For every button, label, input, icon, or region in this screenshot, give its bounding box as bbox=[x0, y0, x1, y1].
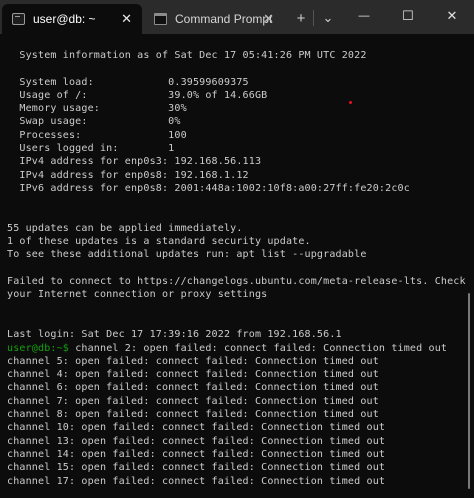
terminal-line-text: Usage of /: 39.0% of 14.66GB bbox=[7, 89, 268, 101]
tab-user-db[interactable]: user@db: ~ ✕ bbox=[2, 4, 142, 34]
terminal-line: 1 of these updates is a standard securit… bbox=[7, 235, 462, 248]
tab-close-icon[interactable]: ✕ bbox=[121, 11, 132, 27]
cursor-marker bbox=[349, 101, 352, 104]
terminal-line: Usage of /: 39.0% of 14.66GB bbox=[7, 89, 462, 102]
terminal-line-text: IPv6 address for enp0s8: 2001:448a:1002:… bbox=[7, 182, 410, 194]
terminal-line: channel 17: open failed: connect failed:… bbox=[7, 475, 462, 488]
terminal-line-text: channel 14: open failed: connect failed:… bbox=[7, 448, 386, 460]
terminal-line: Failed to connect to https://changelogs.… bbox=[7, 275, 466, 288]
terminal-line-text: System information as of Sat Dec 17 05:4… bbox=[7, 50, 367, 61]
scrollbar[interactable] bbox=[468, 293, 470, 489]
terminal-line: Swap usage: 0% bbox=[7, 115, 462, 128]
terminal-line-text: channel 4: open failed: connect failed: … bbox=[7, 369, 379, 381]
terminal-line-text: channel 8: open failed: connect failed: … bbox=[7, 409, 379, 421]
terminal-line-text: Users logged in: 1 bbox=[7, 143, 175, 155]
terminal-line: Last login: Sat Dec 17 17:39:16 2022 fro… bbox=[7, 328, 462, 341]
terminal-line-text: channel 10: open failed: connect failed:… bbox=[7, 422, 386, 434]
terminal-line-text: channel 15: open failed: connect failed:… bbox=[7, 462, 386, 474]
terminal-line-text: 55 updates can be applied immediately. bbox=[7, 222, 243, 234]
title-bar: user@db: ~ ✕ Command Prompt ✕ + ⌄ — ☐ ✕ bbox=[0, 0, 474, 34]
terminal-line: IPv4 address for enp0s3: 192.168.56.113 bbox=[7, 155, 462, 168]
new-tab-button[interactable]: + bbox=[287, 4, 315, 32]
terminal-line-text: channel 7: open failed: connect failed: … bbox=[7, 395, 379, 407]
terminal-line-text: Swap usage: 0% bbox=[7, 116, 181, 128]
terminal-line: Users logged in: 1 bbox=[7, 142, 462, 155]
terminal-line: channel 8: open failed: connect failed: … bbox=[7, 408, 462, 421]
terminal-line: To see these additional updates run: apt… bbox=[7, 248, 462, 261]
terminal-line: Processes: 100 bbox=[7, 129, 462, 142]
terminal-line-text: Memory usage: 30% bbox=[7, 103, 187, 115]
terminal-window: user@db: ~ ✕ Command Prompt ✕ + ⌄ — ☐ ✕ … bbox=[0, 0, 474, 498]
tab-label: Command Prompt bbox=[175, 12, 273, 26]
tab-close-icon[interactable]: ✕ bbox=[263, 11, 274, 27]
terminal-line-text: 1 of these updates is a standard securit… bbox=[7, 236, 311, 248]
terminal-line: System information as of Sat Dec 17 05:4… bbox=[7, 49, 462, 62]
terminal-line-text: channel 2: open failed: connect failed: … bbox=[69, 342, 448, 354]
terminal-line: channel 15: open failed: connect failed:… bbox=[7, 461, 462, 474]
terminal-line-text: channel 13: open failed: connect failed:… bbox=[7, 435, 386, 447]
terminal-line-text: channel 6: open failed: connect failed: … bbox=[7, 382, 379, 394]
tab-command-prompt[interactable]: Command Prompt ✕ bbox=[146, 4, 278, 34]
terminal-line-text: IPv4 address for enp0s8: 192.168.1.12 bbox=[7, 169, 249, 181]
terminal-line: IPv4 address for enp0s8: 192.168.1.12 bbox=[7, 169, 462, 182]
terminal-line: channel 14: open failed: connect failed:… bbox=[7, 448, 462, 461]
shell-prompt: user@db:~$ bbox=[7, 342, 69, 354]
terminal-line: user@db:~$ channel 2: open failed: conne… bbox=[7, 342, 462, 355]
terminal-line-text: channel 17: open failed: connect failed:… bbox=[7, 475, 386, 487]
terminal-line: your Internet connection or proxy settin… bbox=[7, 288, 462, 301]
maximize-button[interactable]: ☐ bbox=[386, 0, 430, 32]
terminal-output[interactable]: System information as of Sat Dec 17 05:4… bbox=[7, 49, 466, 488]
terminal-line: 55 updates can be applied immediately. bbox=[7, 222, 462, 235]
terminal-line-text: System load: 0.39599609375 bbox=[7, 76, 249, 88]
terminal-line-text: To see these additional updates run: apt… bbox=[7, 249, 367, 261]
minimize-button[interactable]: — bbox=[342, 0, 386, 32]
terminal-line: Memory usage: 30% bbox=[7, 102, 462, 115]
terminal-line-text: IPv4 address for enp0s3: 192.168.56.113 bbox=[7, 156, 262, 168]
cmd-icon bbox=[154, 13, 167, 25]
terminal-line: System load: 0.39599609375 bbox=[7, 76, 462, 89]
terminal-line-text: channel 5: open failed: connect failed: … bbox=[7, 355, 379, 367]
terminal-icon bbox=[12, 13, 25, 25]
terminal-line: channel 7: open failed: connect failed: … bbox=[7, 395, 462, 408]
terminal-line: channel 4: open failed: connect failed: … bbox=[7, 368, 462, 381]
terminal-line: channel 5: open failed: connect failed: … bbox=[7, 355, 462, 368]
terminal-line: channel 10: open failed: connect failed:… bbox=[7, 421, 462, 434]
terminal-line-text: your Internet connection or proxy settin… bbox=[7, 289, 268, 301]
terminal-line-text: Failed to connect to https://changelogs.… bbox=[7, 276, 466, 288]
window-close-button[interactable]: ✕ bbox=[430, 0, 474, 32]
terminal-line: channel 13: open failed: connect failed:… bbox=[7, 435, 462, 448]
terminal-line-text: Last login: Sat Dec 17 17:39:16 2022 fro… bbox=[7, 329, 342, 341]
terminal-line-text: Processes: 100 bbox=[7, 129, 187, 141]
tab-label: user@db: ~ bbox=[33, 12, 96, 26]
terminal-line: channel 6: open failed: connect failed: … bbox=[7, 381, 462, 394]
dropdown-chevron-icon[interactable]: ⌄ bbox=[314, 4, 342, 32]
terminal-line: IPv6 address for enp0s8: 2001:448a:1002:… bbox=[7, 182, 462, 195]
